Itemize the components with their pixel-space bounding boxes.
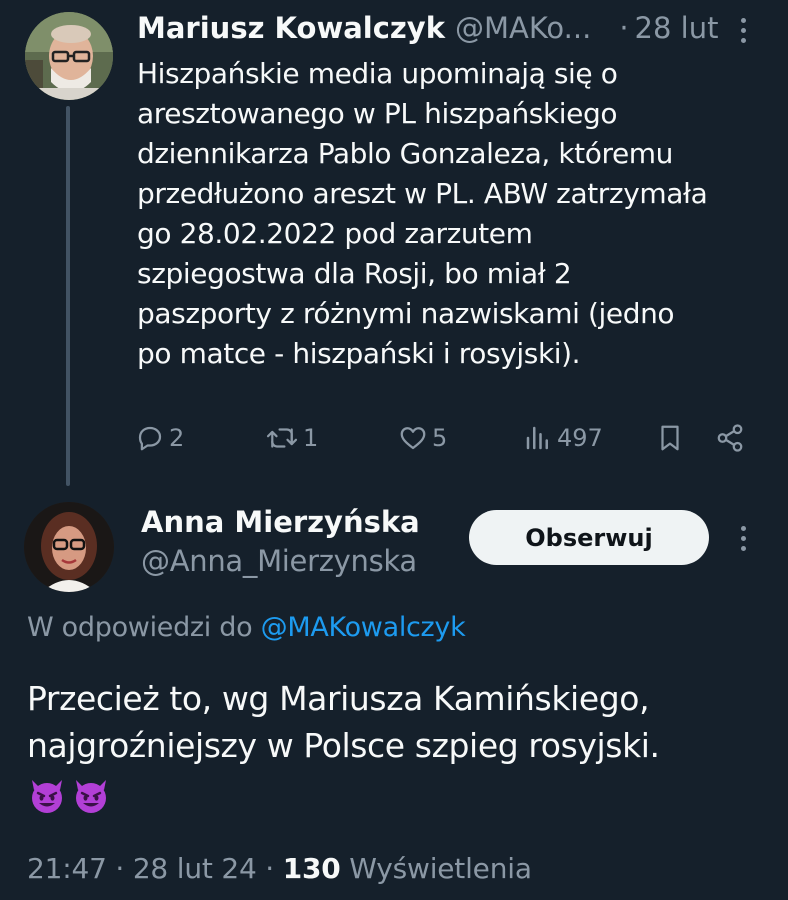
tweet-time[interactable]: 21:47 [27,852,107,885]
share-button[interactable] [715,418,745,458]
views-label: Wyświetlenia [349,852,532,885]
avatar-mariusz-kowalczyk[interactable] [25,12,113,100]
parent-tweet-actions: 2 1 5 497 [135,418,755,458]
smiling-face-with-horns-icon [76,780,106,813]
avatar-anna-mierzynska[interactable] [24,502,114,592]
avatar-image [25,12,113,100]
text-line: Hiszpańskie media upominają się o [137,57,618,90]
views-icon [526,426,548,450]
parent-tweet-text: Hiszpańskie media upominają się o areszt… [137,54,767,374]
reply-count: 2 [169,424,185,452]
reply-tweet-text: Przecież to, wg Mariusza Kamińskiego, na… [27,675,767,769]
author-handle[interactable]: @MAKo... [455,11,591,45]
reply-button[interactable]: 2 [135,418,184,458]
text-line: go 28.02.2022 pod zarzutem [137,217,533,250]
bookmark-icon [661,425,679,451]
repost-icon [266,428,298,448]
views-count[interactable]: 130 [283,852,341,885]
text-line: Przecież to, wg Mariusza Kamińskiego, [27,679,650,718]
reply-author-name[interactable]: Anna Mierzyńska [141,505,420,539]
reply-author-handle[interactable]: @Anna_Mierzynska [141,544,417,578]
avatar-image [24,502,114,592]
parent-tweet-header: Mariusz Kowalczyk @MAKo... · 28 lut [137,8,757,48]
share-icon [717,424,743,452]
tweet-thread: Mariusz Kowalczyk @MAKo... · 28 lut Hisz… [0,0,788,900]
text-line: aresztowanego w PL hiszpańskiego [137,97,618,130]
reply-to-mention-link[interactable]: @MAKowalczyk [261,612,466,643]
text-line: najgroźniejszy w Polsce szpieg rosyjski. [27,726,660,765]
like-icon [400,427,426,450]
text-line: paszporty z różnymi nazwiskami (jedno [137,297,675,330]
tweet-date[interactable]: 28 lut [635,11,719,45]
bookmark-button[interactable] [655,418,685,458]
views-button[interactable]: 497 [523,418,603,458]
smiling-face-with-horns-icon [32,780,62,813]
like-button[interactable]: 5 [398,418,447,458]
text-line: przedłużono areszt w PL. ABW zatrzymała [137,177,708,210]
meta-separator: · [115,852,125,885]
thread-connector-line [66,106,70,486]
reply-to-line: W odpowiedzi do @MAKowalczyk [27,612,466,643]
author-name[interactable]: Mariusz Kowalczyk [137,11,445,45]
reply-icon [138,426,162,451]
views-count: 497 [557,424,603,452]
reply-to-prefix: W odpowiedzi do [27,612,253,643]
text-line: szpiegostwa dla Rosji, bo miał 2 [137,257,572,290]
meta-separator: · [265,852,274,885]
more-options-icon[interactable] [733,520,753,556]
text-line: po matce - hiszpański i rosyjski). [137,337,581,370]
like-count: 5 [432,424,448,452]
repost-button[interactable]: 1 [265,418,318,458]
tweet-meta: 21:47 · 28 lut 24 · 130 Wyświetlenia [27,852,532,885]
follow-button[interactable]: Obserwuj [469,510,709,565]
header-separator: · [619,11,629,45]
more-options-icon[interactable] [733,12,753,48]
emoji-row [27,776,111,816]
parent-tweet[interactable]: Mariusz Kowalczyk @MAKo... · 28 lut Hisz… [0,0,788,490]
tweet-date[interactable]: 28 lut 24 [133,852,257,885]
repost-count: 1 [303,424,319,452]
text-line: dziennikarza Pablo Gonzaleza, któremu [137,137,674,170]
